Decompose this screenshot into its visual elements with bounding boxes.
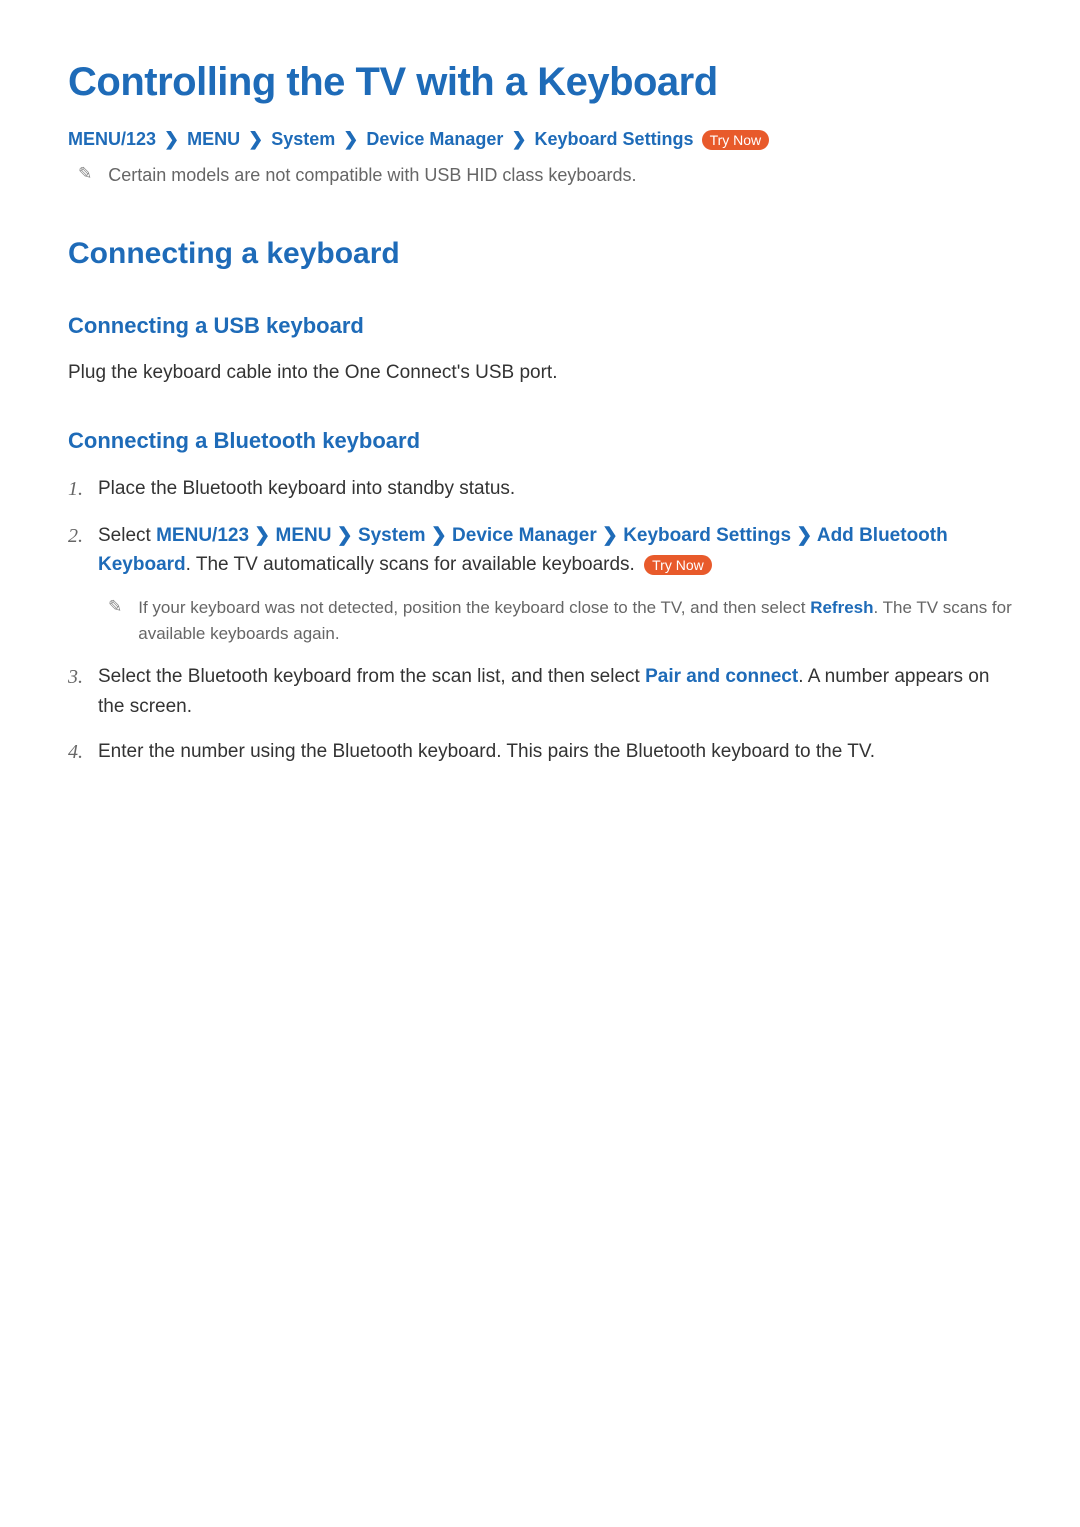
refresh-highlight: Refresh: [810, 598, 873, 617]
chevron-right-icon: ❯: [248, 129, 263, 150]
try-now-button[interactable]: Try Now: [644, 555, 712, 575]
try-now-button[interactable]: Try Now: [702, 130, 770, 150]
breadcrumb-item: MENU: [276, 525, 332, 546]
step-content: Select the Bluetooth keyboard from the s…: [98, 662, 1012, 721]
step-content: Select MENU/123 ❯ MENU ❯ System ❯ Device…: [98, 521, 1012, 647]
step-number: 3.: [68, 662, 98, 693]
breadcrumb-item: MENU: [187, 129, 240, 150]
breadcrumb-item: MENU/123: [156, 525, 249, 546]
pair-connect-highlight: Pair and connect: [645, 666, 798, 687]
step-number: 1.: [68, 474, 98, 505]
chevron-right-icon: ❯: [337, 525, 358, 546]
step-content: Enter the number using the Bluetooth key…: [98, 737, 1012, 766]
breadcrumb-item: Keyboard Settings: [535, 129, 694, 150]
breadcrumb-item: System: [358, 525, 426, 546]
note: ✎ Certain models are not compatible with…: [78, 162, 1012, 189]
pencil-icon: ✎: [108, 595, 122, 619]
breadcrumb: MENU/123 ❯ MENU ❯ System ❯ Device Manage…: [68, 129, 1012, 150]
chevron-right-icon: ❯: [254, 525, 275, 546]
chevron-right-icon: ❯: [343, 129, 358, 150]
note-text: If your keyboard was not detected, posit…: [138, 595, 1012, 646]
breadcrumb-item: Device Manager: [366, 129, 503, 150]
step-item: 2. Select MENU/123 ❯ MENU ❯ System ❯ Dev…: [68, 521, 1012, 647]
chevron-right-icon: ❯: [602, 525, 623, 546]
breadcrumb-item: MENU/123: [68, 129, 156, 150]
steps-list: 1. Place the Bluetooth keyboard into sta…: [68, 474, 1012, 769]
step-item: 3. Select the Bluetooth keyboard from th…: [68, 662, 1012, 721]
breadcrumb-item: System: [271, 129, 335, 150]
chevron-right-icon: ❯: [164, 129, 179, 150]
note-text: Certain models are not compatible with U…: [108, 162, 636, 189]
section-heading: Connecting a keyboard: [68, 237, 1012, 271]
step-text: Select: [98, 525, 156, 546]
step-text: Select the Bluetooth keyboard from the s…: [98, 666, 645, 687]
breadcrumb-item: Device Manager: [452, 525, 597, 546]
breadcrumb-item: Keyboard Settings: [623, 525, 791, 546]
step-item: 4. Enter the number using the Bluetooth …: [68, 737, 1012, 768]
chevron-right-icon: ❯: [511, 129, 526, 150]
step-content: Place the Bluetooth keyboard into standb…: [98, 474, 1012, 503]
step-item: 1. Place the Bluetooth keyboard into sta…: [68, 474, 1012, 505]
note-text-part: If your keyboard was not detected, posit…: [138, 598, 810, 617]
step-text: . The TV automatically scans for availab…: [186, 554, 640, 575]
sub-heading-bluetooth: Connecting a Bluetooth keyboard: [68, 428, 1012, 454]
chevron-right-icon: ❯: [796, 525, 817, 546]
chevron-right-icon: ❯: [431, 525, 452, 546]
step-number: 2.: [68, 521, 98, 552]
step-number: 4.: [68, 737, 98, 768]
pencil-icon: ✎: [78, 162, 92, 186]
sub-heading-usb: Connecting a USB keyboard: [68, 313, 1012, 339]
page-title: Controlling the TV with a Keyboard: [68, 60, 1012, 105]
note: ✎ If your keyboard was not detected, pos…: [108, 595, 1012, 646]
body-text: Plug the keyboard cable into the One Con…: [68, 359, 1012, 388]
